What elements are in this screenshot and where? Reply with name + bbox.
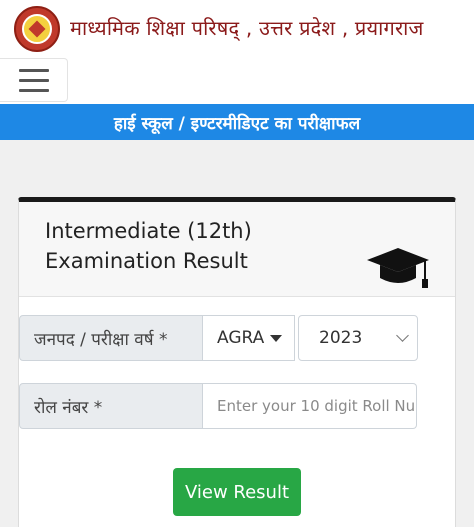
- year-value: 2023: [319, 328, 363, 348]
- chevron-down-icon: [396, 329, 409, 342]
- roll-number-row: रोल नंबर *: [19, 383, 417, 429]
- organization-title: माध्यमिक शिक्षा परिषद् , उत्तर प्रदेश , …: [70, 16, 424, 40]
- up-board-seal-icon: [14, 6, 60, 52]
- district-value: AGRA: [217, 328, 265, 348]
- view-result-button[interactable]: View Result: [173, 468, 301, 516]
- graduation-cap-icon: [367, 248, 429, 288]
- card-title: Intermediate (12th) Examination Result: [45, 219, 252, 273]
- results-banner: हाई स्कूल / इण्टरमीडिएट का परीक्षाफल: [0, 104, 474, 140]
- caret-down-icon: [270, 335, 282, 342]
- hamburger-menu-icon[interactable]: [0, 58, 68, 102]
- roll-number-input[interactable]: [203, 383, 417, 429]
- district-year-label: जनपद / परीक्षा वर्ष *: [19, 315, 203, 361]
- roll-number-label: रोल नंबर *: [19, 383, 203, 429]
- card-header: Intermediate (12th) Examination Result: [19, 202, 455, 297]
- district-select[interactable]: AGRA: [203, 315, 295, 361]
- district-year-row: जनपद / परीक्षा वर्ष * AGRA 2023: [19, 315, 418, 361]
- year-select[interactable]: 2023: [298, 315, 418, 361]
- site-header: माध्यमिक शिक्षा परिषद् , उत्तर प्रदेश , …: [0, 0, 474, 58]
